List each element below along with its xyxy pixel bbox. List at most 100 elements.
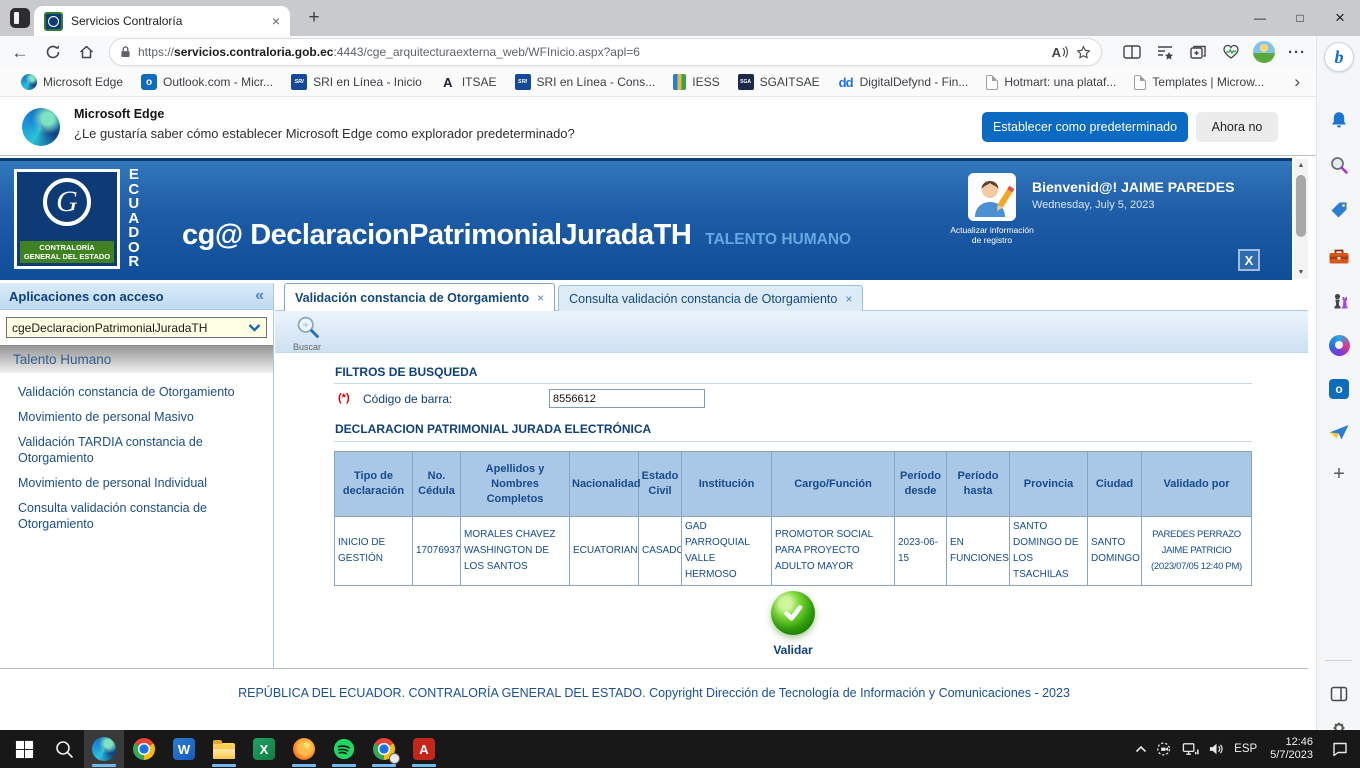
validate-button[interactable]: Validar (334, 591, 1252, 657)
avatar-caption[interactable]: Actualizar información de registro (948, 225, 1036, 245)
set-default-button[interactable]: Establecer como predeterminado (982, 112, 1188, 142)
window-close-button[interactable]: × (1320, 0, 1360, 36)
meet-now-button[interactable] (1156, 741, 1173, 757)
bookmark-item[interactable]: SRISRI en Línea - Cons... (506, 71, 665, 93)
minimize-button[interactable]: — (1240, 0, 1280, 36)
taskbar-explorer-button[interactable] (204, 730, 244, 768)
bookmark-label: Hotmart: una plataf... (1004, 75, 1116, 89)
app-close-button[interactable]: X (1238, 249, 1260, 271)
bookmarks-overflow-button[interactable]: › (1294, 72, 1300, 92)
taskbar-chrome-profile-button[interactable] (364, 730, 404, 768)
favorite-star-button[interactable] (1076, 45, 1091, 60)
bookmark-item[interactable]: oOutlook.com - Micr... (132, 71, 282, 93)
notifications-button[interactable] (1327, 108, 1351, 132)
user-avatar[interactable] (968, 173, 1016, 221)
network-button[interactable] (1182, 742, 1199, 756)
sidebar-search-button[interactable] (1327, 153, 1351, 177)
scroll-down-button[interactable]: ▼ (1294, 266, 1308, 279)
bookmark-item[interactable]: Hotmart: una plataf... (977, 72, 1125, 93)
site-favicon-icon (44, 12, 63, 31)
content-tab[interactable]: Consulta validación constancia de Otorga… (558, 285, 863, 311)
sidebar-item[interactable]: Validación TARDIA constancia de Otorgami… (18, 434, 273, 466)
drop-button[interactable] (1327, 420, 1351, 444)
buscar-button[interactable]: Buscar (285, 314, 329, 352)
scroll-thumb[interactable] (1296, 175, 1306, 237)
tab-close-icon[interactable]: × (272, 14, 280, 28)
table-cell: CASADO (639, 517, 682, 586)
side-panel-button[interactable] (1327, 682, 1351, 706)
cge-emblem-icon: G (43, 178, 91, 226)
address-bar[interactable]: https://servicios.contraloria.gob.ec:444… (109, 38, 1102, 66)
profile-button[interactable] (1251, 39, 1277, 65)
collapse-sidebar-icon[interactable]: « (255, 287, 264, 305)
bookmark-item[interactable]: ddDigitalDefynd - Fin... (829, 71, 978, 93)
outlook-button[interactable]: o (1327, 377, 1351, 401)
split-screen-button[interactable] (1119, 39, 1145, 65)
sidebar-group-header[interactable]: Talento Humano (0, 345, 273, 373)
bookmark-item[interactable]: Microsoft Edge (12, 71, 132, 93)
games-button[interactable] (1327, 289, 1351, 313)
home-button[interactable] (73, 39, 99, 65)
volume-button[interactable] (1208, 742, 1225, 756)
new-tab-button[interactable]: + (302, 6, 326, 30)
maximize-button[interactable]: □ (1280, 0, 1320, 36)
content-tab[interactable]: Validación constancia de Otorgamiento× (284, 283, 555, 311)
sidebar-item[interactable]: Movimiento de personal Individual (18, 475, 273, 491)
action-center-button[interactable] (1332, 741, 1348, 757)
application-select[interactable]: cgeDeclaracionPatrimonialJuradaTH (6, 317, 267, 338)
browser-essentials-button[interactable] (1218, 39, 1244, 65)
bookmark-item[interactable]: IESS (664, 71, 728, 93)
taskbar-spotify-button[interactable] (324, 730, 364, 768)
sidebar-item[interactable]: Validación constancia de Otorgamiento (18, 384, 273, 400)
sidebar-item[interactable]: Consulta validación constancia de Otorga… (18, 500, 273, 532)
paper-plane-icon (1328, 422, 1350, 442)
browser-tab[interactable]: Servicios Contraloría × (34, 6, 290, 36)
taskbar-word-button[interactable]: W (164, 730, 204, 768)
browser-toolbar: ← https://servicios.contraloria.gob.ec:4… (0, 36, 1316, 69)
microsoft-365-button[interactable] (1327, 333, 1351, 357)
microsoft-365-icon (1329, 335, 1350, 356)
collections-button[interactable] (1185, 39, 1211, 65)
taskbar-chrome-button[interactable] (124, 730, 164, 768)
taskbar-clock[interactable]: 12:46 5/7/2023 (1270, 736, 1313, 762)
taskbar-acrobat-button[interactable]: A (404, 730, 444, 768)
settings-menu-button[interactable]: ··· (1284, 39, 1310, 65)
add-sidebar-item-button[interactable]: + (1327, 462, 1351, 486)
shopping-button[interactable] (1327, 198, 1351, 222)
tray-overflow-button[interactable] (1135, 745, 1147, 753)
bookmark-item[interactable]: AITSAE (431, 71, 506, 93)
bookmark-item[interactable]: Templates | Microw... (1125, 72, 1273, 93)
bookmark-item[interactable]: SRISRI en Línea - Inicio (282, 71, 431, 93)
column-header: Apellidos y Nombres Completos (461, 452, 570, 517)
workspaces-icon[interactable] (10, 8, 30, 28)
read-aloud-button[interactable]: A (1052, 45, 1068, 60)
taskbar-edge-button[interactable] (84, 730, 124, 768)
validate-check-icon[interactable] (771, 591, 815, 635)
app-subtitle: TALENTO HUMANO (705, 231, 851, 249)
barcode-input[interactable] (549, 389, 705, 408)
bing-chat-button[interactable]: b (1324, 42, 1354, 72)
edge-icon (21, 74, 37, 90)
back-button[interactable]: ← (7, 39, 33, 65)
taskbar-firefox-button[interactable] (284, 730, 324, 768)
tab-close-icon[interactable]: × (845, 292, 852, 306)
not-now-button[interactable]: Ahora no (1196, 112, 1278, 142)
start-button[interactable] (4, 730, 44, 768)
scroll-up-button[interactable]: ▲ (1294, 159, 1308, 172)
bookmark-item[interactable]: SGASGAITSAE (729, 71, 829, 93)
favorites-hub-button[interactable] (1152, 39, 1178, 65)
refresh-button[interactable] (40, 39, 66, 65)
clock-date: 5/7/2023 (1270, 749, 1313, 762)
header-scrollbar[interactable]: ▲ ▼ (1294, 159, 1308, 279)
main-content: Validación constancia de Otorgamiento×Co… (275, 283, 1308, 668)
star-icon (1076, 45, 1091, 60)
sidebar-item[interactable]: Movimiento de personal Masivo (18, 409, 273, 425)
language-indicator[interactable]: ESP (1234, 743, 1257, 755)
banner-message: ¿Le gustaría saber cómo establecer Micro… (74, 126, 575, 141)
taskbar-search-button[interactable] (44, 730, 84, 768)
tab-close-icon[interactable]: × (537, 291, 544, 305)
column-header: Ciudad (1088, 452, 1142, 517)
tools-button[interactable] (1327, 244, 1351, 268)
shopping-tag-icon (1329, 200, 1349, 220)
taskbar-excel-button[interactable]: X (244, 730, 284, 768)
